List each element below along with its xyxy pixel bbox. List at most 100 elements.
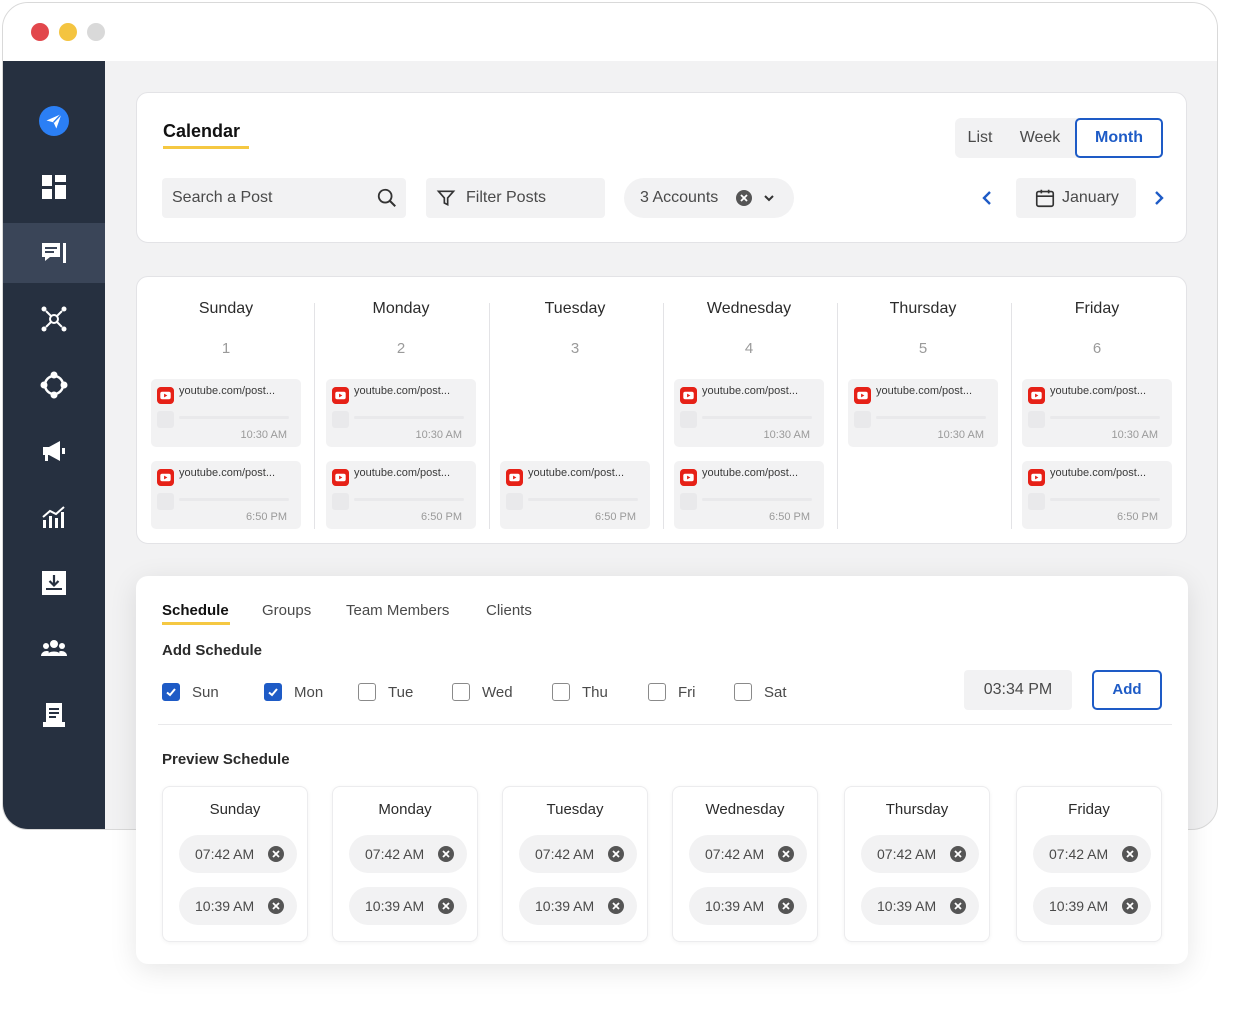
remove-time-icon[interactable]: [437, 845, 455, 863]
weekday-checkbox-wed[interactable]: Wed: [452, 682, 513, 702]
post-url: youtube.com/post...: [876, 385, 972, 397]
remove-time-icon[interactable]: [1121, 845, 1139, 863]
post-card[interactable]: youtube.com/post... 10:30 AM: [151, 379, 301, 447]
remove-time-icon[interactable]: [267, 845, 285, 863]
youtube-icon: [157, 469, 174, 486]
checkbox[interactable]: [358, 683, 376, 701]
weekday-checkbox-tue[interactable]: Tue: [358, 682, 413, 702]
post-card[interactable]: youtube.com/post... 6:50 PM: [500, 461, 650, 529]
preview-schedule-title: Preview Schedule: [162, 751, 290, 768]
remove-time-icon[interactable]: [949, 897, 967, 915]
accounts-label: 3 Accounts: [640, 189, 719, 206]
youtube-icon: [332, 387, 349, 404]
sidebar-item-integrations[interactable]: [3, 355, 105, 415]
time-input[interactable]: 03:34 PM: [964, 670, 1072, 710]
time-chip: 07:42 AM: [349, 835, 467, 873]
weekday-checkbox-sat[interactable]: Sat: [734, 682, 787, 702]
post-thumbnail: [332, 493, 349, 510]
calendar-day-column: Sunday 1 youtube.com/post... 10:30 AM yo…: [139, 277, 313, 545]
day-name: Wednesday: [706, 300, 792, 317]
time-chip-label: 10:39 AM: [705, 898, 765, 914]
post-card[interactable]: youtube.com/post... 10:30 AM: [848, 379, 998, 447]
add-button[interactable]: Add: [1092, 670, 1162, 710]
remove-time-icon[interactable]: [777, 845, 795, 863]
day-name: Monday: [372, 300, 430, 317]
post-time: 10:30 AM: [763, 429, 810, 441]
next-month-icon[interactable]: [1151, 189, 1167, 207]
sidebar-item-reports[interactable]: [3, 685, 105, 745]
close-window-button[interactable]: [31, 23, 49, 41]
post-card[interactable]: youtube.com/post... 10:30 AM: [326, 379, 476, 447]
weekday-checkbox-mon[interactable]: Mon: [264, 682, 323, 702]
checkbox[interactable]: [648, 683, 666, 701]
sidebar-item-posts[interactable]: [3, 223, 105, 283]
filter-posts-button[interactable]: Filter Posts: [426, 178, 605, 218]
youtube-icon: [1028, 469, 1045, 486]
post-card[interactable]: youtube.com/post... 6:50 PM: [326, 461, 476, 529]
checkbox[interactable]: [552, 683, 570, 701]
post-time: 6:50 PM: [246, 511, 287, 523]
tab-team-members[interactable]: Team Members: [346, 602, 449, 619]
sidebar-item-downloads[interactable]: [3, 553, 105, 613]
sidebar-item-campaigns[interactable]: [3, 421, 105, 481]
time-chip-label: 07:42 AM: [705, 846, 765, 862]
view-switcher: List Week Month: [955, 118, 1163, 158]
time-chip-label: 10:39 AM: [535, 898, 595, 914]
remove-time-icon[interactable]: [949, 845, 967, 863]
tab-schedule[interactable]: Schedule: [162, 602, 229, 619]
post-thumbnail: [332, 411, 349, 428]
youtube-icon: [157, 387, 174, 404]
weekday-checkbox-fri[interactable]: Fri: [648, 682, 696, 702]
tab-clients[interactable]: Clients: [486, 602, 532, 619]
checkbox[interactable]: [734, 683, 752, 701]
clear-accounts-icon[interactable]: [735, 189, 753, 207]
sidebar-item-team[interactable]: [3, 619, 105, 679]
weekday-checkbox-thu[interactable]: Thu: [552, 682, 608, 702]
time-chip-label: 07:42 AM: [1049, 846, 1109, 862]
remove-time-icon[interactable]: [607, 897, 625, 915]
checkbox[interactable]: [264, 683, 282, 701]
youtube-icon: [680, 387, 697, 404]
sidebar-item-network[interactable]: [3, 289, 105, 349]
post-card[interactable]: youtube.com/post... 6:50 PM: [151, 461, 301, 529]
post-url: youtube.com/post...: [354, 385, 450, 397]
search-input[interactable]: [162, 178, 372, 218]
post-url: youtube.com/post...: [1050, 467, 1146, 479]
section-divider: [158, 724, 1172, 725]
youtube-icon: [506, 469, 523, 486]
calendar-day-column: Friday 6 youtube.com/post... 10:30 AM yo…: [1010, 277, 1184, 545]
weekday-checkbox-sun[interactable]: Sun: [162, 682, 219, 702]
post-card[interactable]: youtube.com/post... 10:30 AM: [674, 379, 824, 447]
remove-time-icon[interactable]: [267, 897, 285, 915]
tab-week[interactable]: Week: [1007, 118, 1073, 158]
tab-month[interactable]: Month: [1075, 118, 1163, 158]
tab-groups[interactable]: Groups: [262, 602, 311, 619]
accounts-selector[interactable]: 3 Accounts: [624, 178, 794, 218]
search-icon[interactable]: [376, 187, 398, 209]
prev-month-icon[interactable]: [979, 189, 995, 207]
remove-time-icon[interactable]: [777, 897, 795, 915]
checkbox[interactable]: [452, 683, 470, 701]
post-card[interactable]: youtube.com/post... 10:30 AM: [1022, 379, 1172, 447]
post-thumbnail: [506, 493, 523, 510]
calendar-grid: Sunday 1 youtube.com/post... 10:30 AM yo…: [136, 276, 1187, 544]
remove-time-icon[interactable]: [437, 897, 455, 915]
post-card[interactable]: youtube.com/post... 6:50 PM: [1022, 461, 1172, 529]
remove-time-icon[interactable]: [607, 845, 625, 863]
minimize-window-button[interactable]: [59, 23, 77, 41]
sidebar-item-home[interactable]: [3, 91, 105, 151]
network-icon: [41, 306, 67, 332]
post-text-placeholder: [876, 416, 986, 419]
remove-time-icon[interactable]: [1121, 897, 1139, 915]
month-selector[interactable]: January: [1016, 178, 1136, 218]
maximize-window-button[interactable]: [87, 23, 105, 41]
post-text-placeholder: [1050, 416, 1160, 419]
time-chip-label: 07:42 AM: [535, 846, 595, 862]
chevron-down-icon[interactable]: [762, 191, 776, 205]
weekday-label: Mon: [294, 683, 324, 701]
checkbox[interactable]: [162, 683, 180, 701]
tab-list[interactable]: List: [955, 118, 1005, 158]
sidebar-item-analytics[interactable]: [3, 487, 105, 547]
sidebar-item-dashboard[interactable]: [3, 157, 105, 217]
post-card[interactable]: youtube.com/post... 6:50 PM: [674, 461, 824, 529]
